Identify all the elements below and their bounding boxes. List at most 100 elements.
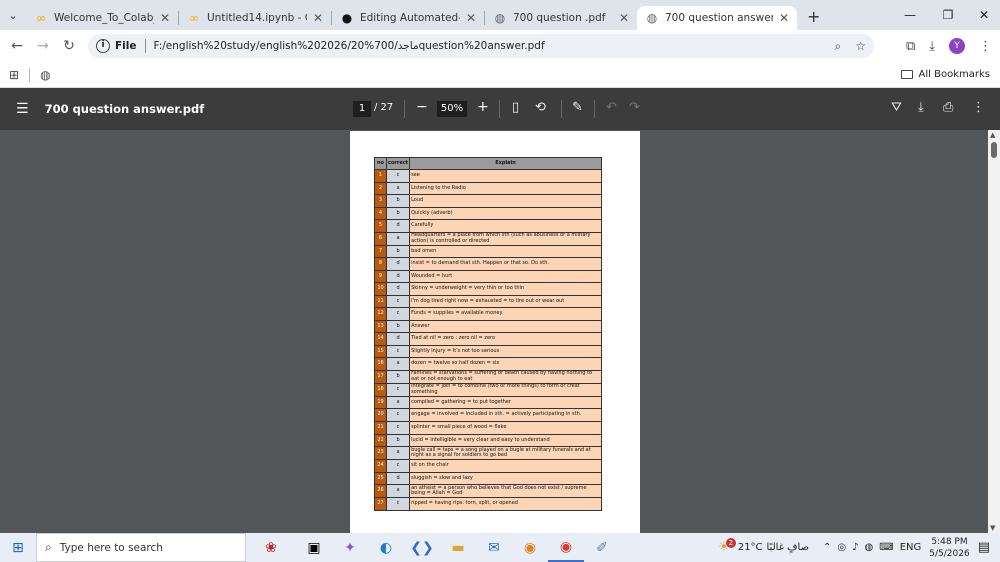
kebab-menu-icon[interactable]: ⋮: [972, 100, 985, 115]
cell-ans: a: [385, 395, 411, 409]
table-row: 13 b Answer: [374, 319, 602, 333]
extensions-icon[interactable]: ⧉: [906, 39, 915, 54]
col-header-explain: Explain: [409, 157, 602, 170]
download-icon[interactable]: ⤓: [918, 100, 924, 115]
divider: [404, 100, 405, 118]
cell-ans: c: [385, 421, 411, 435]
star-icon[interactable]: ☆: [855, 39, 866, 54]
avatar[interactable]: Y: [949, 38, 965, 54]
cell-exp: Slightly injury = It's not too serious: [409, 344, 602, 358]
taskbar-search[interactable]: ⌕ Type here to search: [36, 533, 246, 562]
print-icon[interactable]: ⎙: [943, 100, 953, 115]
tab-search-button[interactable]: ⌄: [0, 0, 26, 30]
apps-icon[interactable]: ⊞: [9, 68, 19, 82]
search-placeholder: Type here to search: [59, 541, 163, 554]
table-row: 2 a Listening to the Radio: [374, 181, 602, 195]
rotate-icon[interactable]: ⟲: [535, 100, 546, 115]
tab-strip: ⌄ ∞ Welcome_To_Colab_(1).ipynb ✕ ∞ Untitled1…: [0, 0, 1000, 30]
pdf-viewer[interactable]: no correct Explain 1 c see 2 a Listening to t…: [0, 130, 1000, 533]
kebab-menu-icon[interactable]: ⋮: [979, 39, 992, 54]
tab-item[interactable]: ∞ Untitled14.ipynb - Colab ✕: [179, 6, 331, 30]
close-icon[interactable]: ✕: [779, 11, 789, 25]
page-number-input[interactable]: 1: [353, 101, 371, 117]
weather-temp[interactable]: 21°C: [738, 542, 763, 553]
close-window-button[interactable]: ✕: [966, 0, 1000, 30]
language-label[interactable]: ENG: [900, 542, 922, 553]
table-row: 22 b lucid = intelligible = very clear and…: [374, 433, 602, 447]
table-row: 7 b bad omen: [374, 244, 602, 258]
divider: [561, 100, 562, 118]
tab-item[interactable]: ◍ 700 question answer.pdf ✕: [637, 6, 797, 30]
tab-item[interactable]: ◍ 700 question .pdf ✕: [485, 6, 637, 30]
cell-exp: Answer: [409, 319, 602, 333]
volume-icon[interactable]: ♪: [852, 542, 858, 553]
cell-no: 18: [374, 382, 387, 397]
tab-title: 700 question answer.pdf: [665, 12, 773, 24]
weather-text[interactable]: صافٍ غالبًا: [767, 542, 809, 553]
forward-button[interactable]: →: [30, 38, 56, 54]
file-explorer-icon[interactable]: ▬: [440, 533, 476, 562]
outlook-icon[interactable]: ✉: [476, 533, 512, 562]
tab-item[interactable]: ● Editing Automated-PDF-Qu ✕: [332, 6, 484, 30]
zoom-out-button[interactable]: −: [416, 99, 428, 115]
annotate-icon[interactable]: ✎: [572, 100, 583, 115]
notifications-icon[interactable]: ▤: [978, 540, 990, 555]
clock[interactable]: 5:48 PM 5/5/2026: [929, 536, 969, 560]
copilot-icon[interactable]: ✦: [332, 533, 368, 562]
address-bar[interactable]: i File F:/english%20study/english%202026…: [88, 34, 874, 58]
drive-save-icon[interactable]: ⛛: [891, 100, 902, 115]
edge-icon[interactable]: ◐: [368, 533, 404, 562]
restore-button[interactable]: ❐: [930, 0, 966, 30]
new-tab-button[interactable]: +: [807, 7, 820, 26]
cell-exp: Tied at nil = zero : zero nil = zero: [409, 332, 602, 346]
language-globe-icon[interactable]: ◍: [865, 542, 874, 553]
scroll-up-icon[interactable]: ▲: [990, 131, 995, 139]
chevron-up-icon[interactable]: ⌃: [823, 542, 831, 553]
col-header-correct: correct: [385, 157, 411, 170]
task-view-icon[interactable]: ▣: [296, 533, 332, 562]
colab-icon: ∞: [36, 11, 46, 25]
scheme-label: File: [115, 40, 137, 52]
url-text[interactable]: F:/english%20study/english%202026/20%700…: [154, 40, 545, 52]
close-icon[interactable]: ✕: [619, 11, 629, 25]
scrollbar[interactable]: ▲ ▼: [988, 130, 1000, 533]
download-icon[interactable]: ⤓: [929, 39, 935, 54]
cell-no: 9: [374, 269, 387, 283]
chrome-alt-icon[interactable]: ◉: [512, 533, 548, 562]
scroll-down-icon[interactable]: ▼: [990, 524, 995, 532]
widget-icon[interactable]: ❀: [246, 533, 296, 562]
all-bookmarks-label: All Bookmarks: [918, 69, 990, 80]
chrome-icon[interactable]: ◉: [548, 533, 584, 562]
tab-item[interactable]: ∞ Welcome_To_Colab_(1).ipynb ✕: [26, 6, 178, 30]
reload-button[interactable]: ↻: [56, 38, 82, 54]
close-icon[interactable]: ✕: [313, 11, 323, 25]
close-icon[interactable]: ✕: [466, 11, 476, 25]
globe-icon[interactable]: ◍: [40, 68, 50, 82]
windows-start-icon[interactable]: ⊞: [0, 540, 36, 556]
undo-icon[interactable]: ↶: [606, 100, 617, 115]
zoom-in-button[interactable]: +: [477, 99, 489, 115]
fit-page-icon[interactable]: ▯: [512, 100, 519, 115]
close-icon[interactable]: ✕: [160, 11, 170, 25]
cell-no: 10: [374, 282, 387, 296]
zoom-icon[interactable]: ⌕: [835, 39, 842, 54]
menu-icon[interactable]: ☰: [16, 101, 29, 117]
redo-icon[interactable]: ↷: [629, 100, 640, 115]
cell-exp: splinter = small piece of wood = flake: [409, 421, 602, 435]
cell-exp: Carefully: [409, 219, 602, 233]
pdf-page: no correct Explain 1 c see 2 a Listening to t…: [350, 131, 640, 533]
vscode-icon[interactable]: ❮❯: [404, 533, 440, 562]
zoom-input[interactable]: 50%: [437, 101, 467, 117]
scroll-thumb[interactable]: [991, 142, 997, 158]
back-button[interactable]: ←: [4, 38, 30, 54]
info-icon[interactable]: i: [96, 39, 110, 53]
app-icon[interactable]: ✐: [584, 533, 620, 562]
all-bookmarks-button[interactable]: All Bookmarks: [900, 69, 990, 80]
divider: [499, 100, 500, 118]
table-row: 27 c ripped = having rips: torn, split, or…: [374, 497, 602, 511]
network-icon[interactable]: ◎: [837, 542, 846, 553]
cell-ans: b: [385, 194, 411, 208]
table-row: 14 d Tied at nil = zero : zero nil = zero: [374, 332, 602, 346]
keyboard-icon[interactable]: ⌨: [879, 542, 893, 553]
minimize-button[interactable]: —: [892, 0, 928, 30]
